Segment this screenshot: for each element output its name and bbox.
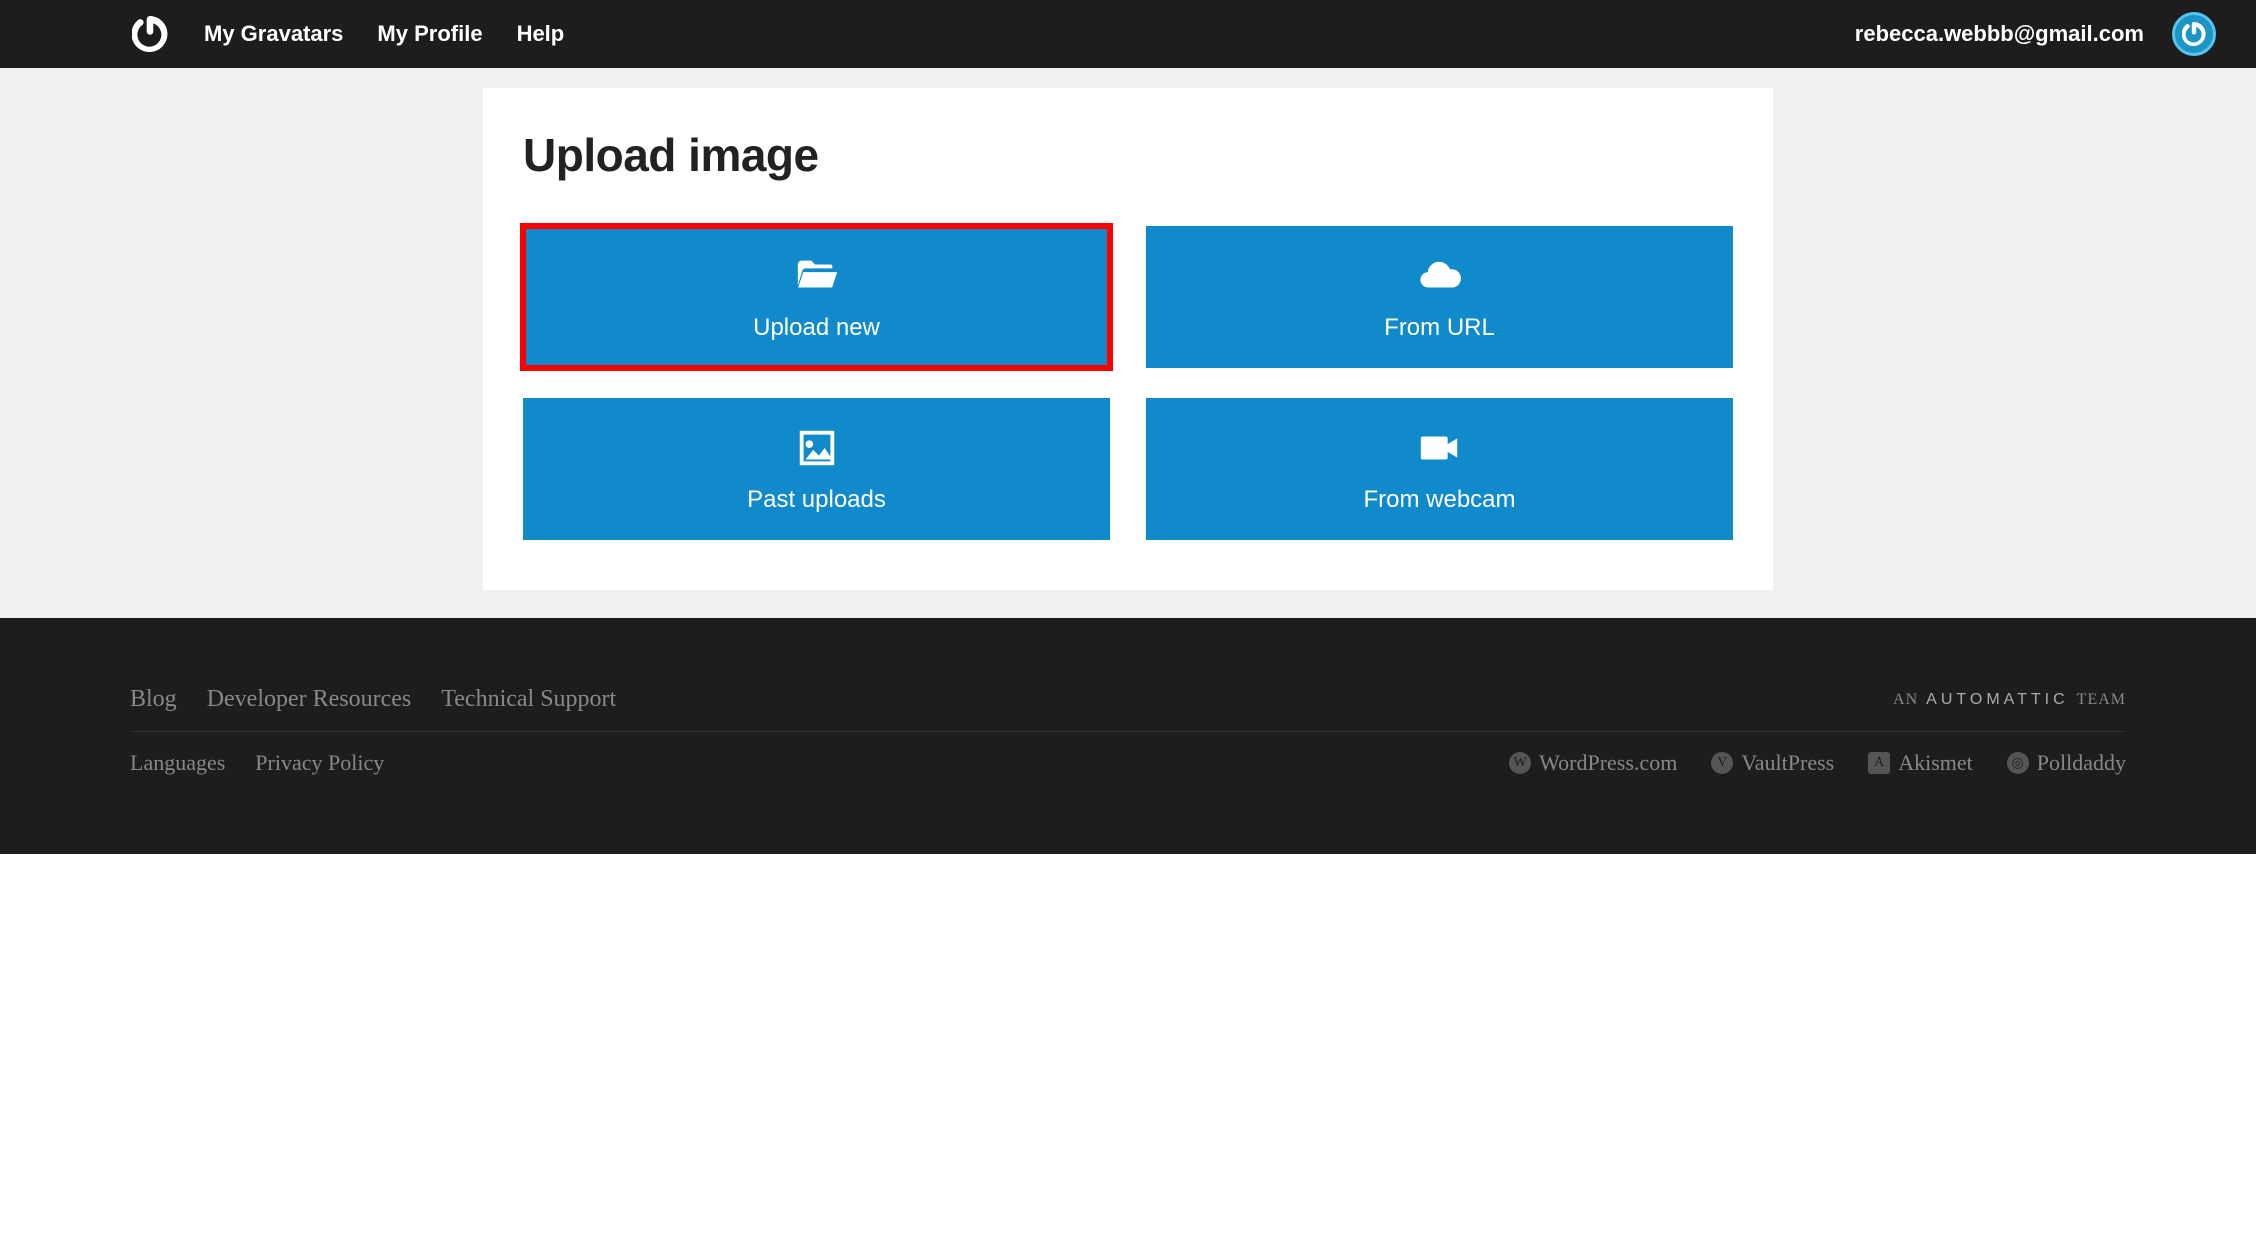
akismet-icon: A [1868,752,1890,774]
nav-help[interactable]: Help [517,21,565,47]
upload-options-grid: Upload new From URL Past uploads From we… [523,226,1733,540]
tagline-suffix: TEAM [2077,691,2126,709]
user-email[interactable]: rebecca.webbb@gmail.com [1855,21,2144,47]
option-past-uploads[interactable]: Past uploads [523,398,1110,540]
product-link-polldaddy[interactable]: ◎ Polldaddy [2007,750,2126,776]
option-label: From webcam [1363,486,1515,514]
product-label: WordPress.com [1539,750,1677,776]
automattic-wordmark: AUTOMATTIC [1926,691,2069,709]
footer-links-primary: Blog Developer Resources Technical Suppo… [130,686,616,713]
folder-open-icon [788,252,846,300]
product-link-vaultpress[interactable]: V VaultPress [1711,750,1834,776]
footer-link-blog[interactable]: Blog [130,686,177,713]
image-icon [788,424,846,472]
footer-link-privacy-policy[interactable]: Privacy Policy [255,750,384,776]
blank-area [0,854,2256,1234]
product-link-akismet[interactable]: A Akismet [1868,750,1973,776]
product-label: VaultPress [1741,750,1834,776]
nav-my-gravatars[interactable]: My Gravatars [204,21,343,47]
topbar-left: My Gravatars My Profile Help [130,14,564,54]
option-label: Past uploads [747,486,886,514]
main-panel: Upload image Upload new From URL Past up… [483,88,1773,590]
video-camera-icon [1411,424,1469,472]
option-from-url[interactable]: From URL [1146,226,1733,368]
footer-link-languages[interactable]: Languages [130,750,225,776]
option-label: From URL [1384,314,1495,342]
footer-product-links: W WordPress.com V VaultPress A Akismet ◎… [1509,750,2126,776]
vaultpress-icon: V [1711,752,1733,774]
tagline-prefix: AN [1893,691,1918,709]
topbar: My Gravatars My Profile Help rebecca.web… [0,0,2256,68]
gravatar-logo-icon[interactable] [130,14,170,54]
product-label: Akismet [1898,750,1973,776]
product-label: Polldaddy [2037,750,2126,776]
page-title: Upload image [523,128,1733,182]
option-upload-new[interactable]: Upload new [523,226,1110,368]
footer-link-developer-resources[interactable]: Developer Resources [207,686,412,713]
product-link-wordpress[interactable]: W WordPress.com [1509,750,1677,776]
footer-link-technical-support[interactable]: Technical Support [441,686,616,713]
avatar-button[interactable] [2172,12,2216,56]
footer: Blog Developer Resources Technical Suppo… [0,618,2256,854]
footer-links-secondary: Languages Privacy Policy [130,750,384,776]
topbar-right: rebecca.webbb@gmail.com [1855,12,2216,56]
option-from-webcam[interactable]: From webcam [1146,398,1733,540]
footer-row-secondary: Languages Privacy Policy W WordPress.com… [130,732,2126,794]
polldaddy-icon: ◎ [2007,752,2029,774]
nav-my-profile[interactable]: My Profile [377,21,482,47]
footer-tagline: AN AUTOMATTIC TEAM [1893,691,2126,709]
wordpress-icon: W [1509,752,1531,774]
gravatar-avatar-icon [2182,22,2206,46]
option-label: Upload new [753,314,880,342]
footer-row-primary: Blog Developer Resources Technical Suppo… [130,668,2126,732]
cloud-icon [1411,252,1469,300]
